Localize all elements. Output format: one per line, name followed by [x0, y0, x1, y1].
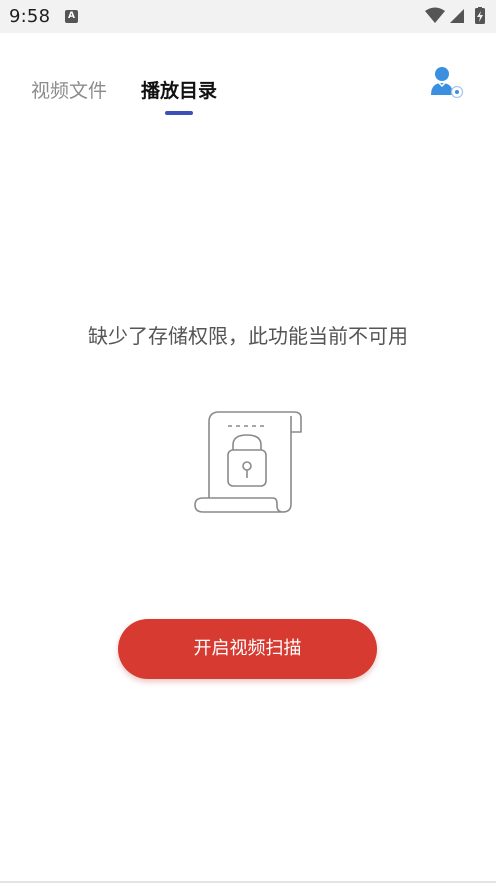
permission-missing-message: 缺少了存储权限，此功能当前不可用 [88, 324, 408, 348]
status-bar: 9:58 A [0, 0, 496, 33]
wifi-icon [425, 7, 445, 23]
scan-button-label: 开启视频扫描 [193, 638, 302, 659]
tab-video-files[interactable]: 视频文件 [31, 76, 107, 103]
start-video-scan-button[interactable]: 开启视频扫描 [118, 619, 377, 679]
battery-charging-icon [475, 7, 485, 24]
tab-play-directory[interactable]: 播放目录 [141, 76, 217, 103]
avatar-button[interactable] [428, 64, 464, 100]
user-settings-icon [431, 67, 464, 99]
status-icons [425, 7, 485, 24]
locked-document-icon [194, 411, 302, 513]
notification-a-icon: A [65, 10, 78, 23]
cell-signal-icon [450, 9, 464, 23]
active-tab-indicator [165, 111, 193, 115]
status-time: 9:58 [9, 6, 51, 27]
